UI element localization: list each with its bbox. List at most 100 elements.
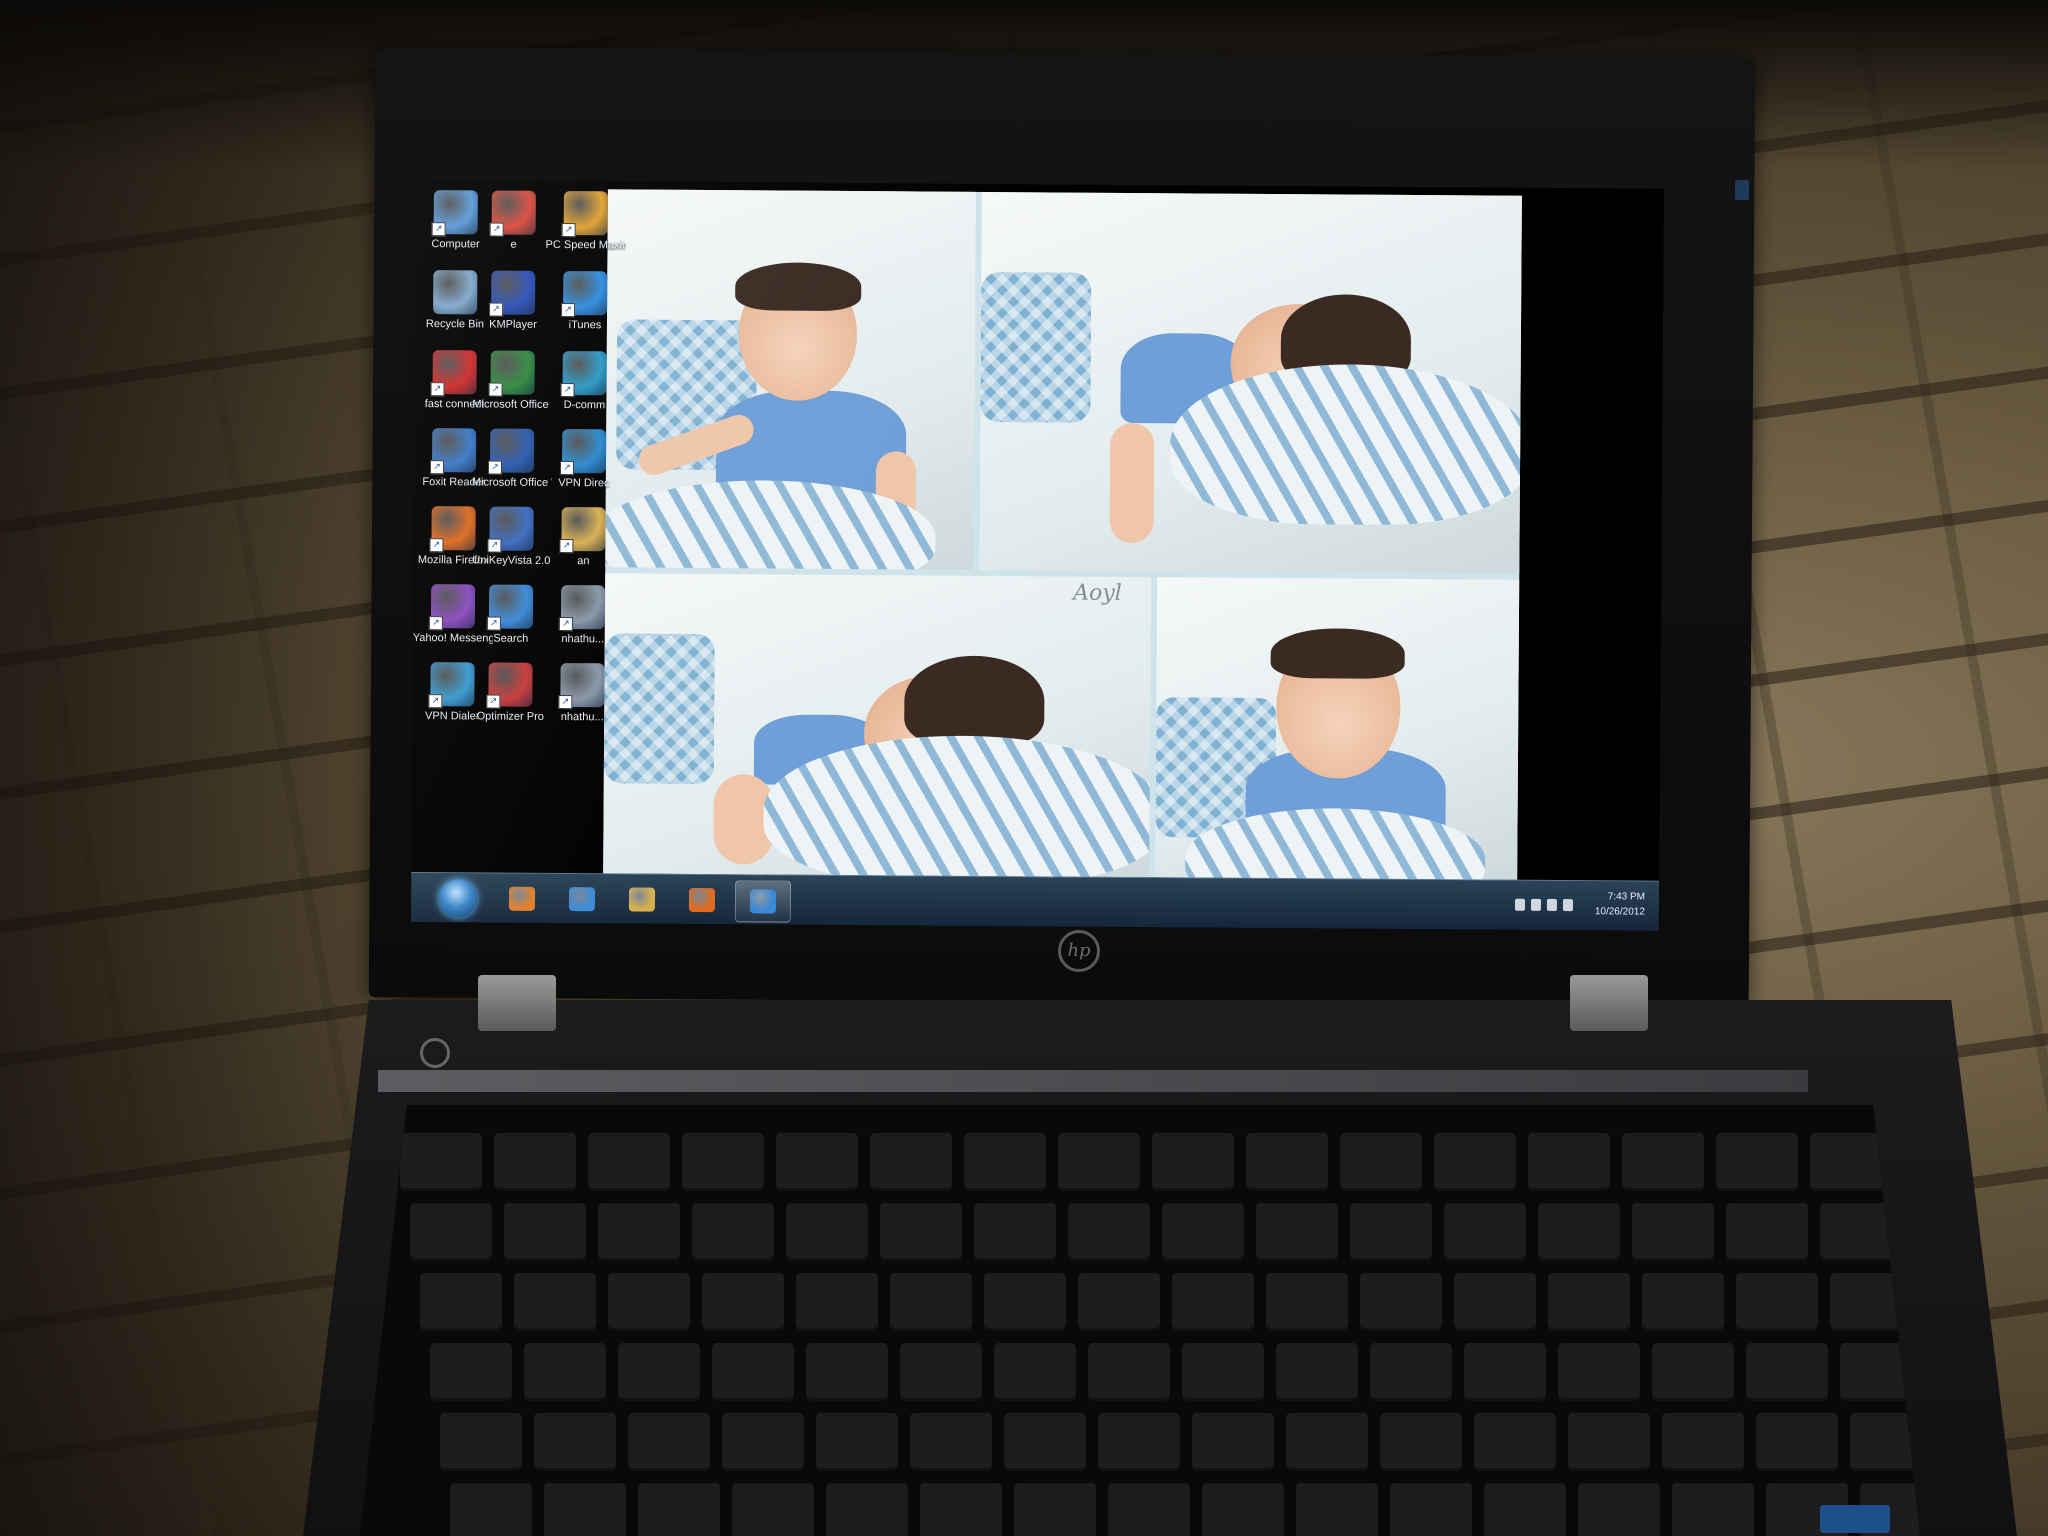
keyboard-key: [1276, 1343, 1358, 1401]
flag-icon[interactable]: [1530, 898, 1542, 911]
desktop-shortcut-label: iTunes: [568, 319, 602, 332]
word-icon: ↗: [487, 428, 535, 475]
desktop-shortcut[interactable]: ↗ e: [474, 190, 554, 251]
keyboard-key: [1172, 1273, 1254, 1331]
desktop-shortcut[interactable]: ↗ UniKeyVista 2.0: [471, 506, 551, 567]
vpn-direct-icon: ↗: [559, 429, 607, 476]
keyboard-key: [900, 1343, 982, 1401]
keyboard-row: [400, 1133, 1892, 1191]
keyboard-key: [826, 1483, 908, 1536]
keyboard-key: [504, 1203, 586, 1261]
keyboard-key: [1266, 1273, 1348, 1331]
keyboard-key: [628, 1413, 710, 1471]
desktop-shortcut[interactable]: ↗ Search: [471, 584, 551, 645]
excel-icon: ↗: [488, 350, 535, 397]
shortcut-arrow-icon: ↗: [487, 460, 503, 475]
foxit-reader-icon: ↗: [429, 428, 477, 475]
keyboard-key: [524, 1343, 606, 1401]
keyboard-key: [514, 1273, 596, 1331]
baby-hair: [904, 655, 1045, 747]
taskbar-button[interactable]: [495, 879, 549, 919]
keyboard-key: [870, 1133, 952, 1191]
keyboard-key: [1192, 1413, 1274, 1471]
keyboard-key: [732, 1483, 814, 1536]
clock-time[interactable]: 7:43 PM: [1608, 891, 1645, 902]
keyboard-key: [880, 1203, 962, 1261]
desktop-shortcut-label: nhathu...: [561, 633, 605, 646]
keyboard-key: [534, 1413, 616, 1471]
laptop-base-rim: [378, 1070, 1808, 1092]
shortcut-arrow-icon: ↗: [486, 694, 501, 709]
windows-media-player-icon: [508, 886, 536, 911]
shortcut-arrow-icon: ↗: [430, 382, 445, 397]
keyboard-key: [1286, 1413, 1368, 1471]
desktop-shortcut-label: Microsoft Office Wo...: [471, 476, 552, 489]
desktop-shortcut[interactable]: ↗ nhathu...: [542, 663, 622, 724]
taskbar-button[interactable]: [615, 879, 669, 919]
show-hidden-icons-icon[interactable]: [1514, 898, 1526, 911]
desktop-wallpaper: Aoyl: [603, 189, 1522, 880]
taskbar-button[interactable]: [555, 879, 609, 919]
keyboard-key: [1380, 1413, 1462, 1471]
keyboard-key: [1716, 1133, 1798, 1191]
desktop-shortcut[interactable]: ↗ PC Speed Maximizer: [545, 191, 626, 252]
keyboard-key: [1538, 1203, 1620, 1261]
keyboard-key: [1444, 1203, 1526, 1261]
taskbar-button[interactable]: [675, 880, 729, 920]
shortcut-arrow-icon: ↗: [561, 303, 576, 318]
desktop-shortcut[interactable]: ↗Microsoft Office Wo...: [472, 428, 552, 489]
keyboard-key: [1088, 1343, 1170, 1401]
desktop-shortcut[interactable]: ↗ iTunes: [545, 271, 625, 332]
search-icon: [749, 889, 777, 914]
keyboard-key: [588, 1133, 670, 1191]
photo-scene: Aoyl ↗ Computer ↗ e ↗ PC Speed Maximizer Recyc…: [0, 0, 2048, 1536]
keyboard-key: [1726, 1203, 1808, 1261]
desktop-shortcut-label: e: [510, 238, 517, 251]
start-button[interactable]: [438, 879, 478, 918]
keyboard-key: [910, 1413, 992, 1471]
desktop-shortcut-label: UniKeyVista 2.0: [472, 554, 551, 567]
laptop-screen: Aoyl ↗ Computer ↗ e ↗ PC Speed Maximizer Recyc…: [410, 180, 1664, 931]
network-icon[interactable]: [1546, 898, 1558, 911]
keyboard-key: [608, 1273, 690, 1331]
taskbar-button[interactable]: [734, 880, 792, 923]
volume-icon[interactable]: [1562, 899, 1574, 912]
keyboard-row: [410, 1203, 1902, 1261]
shortcut-arrow-icon: ↗: [489, 222, 504, 237]
desktop-shortcut[interactable]: ↗ VPN Direc: [544, 429, 624, 490]
keyboard-key: [400, 1133, 482, 1191]
keyboard-key: [806, 1343, 888, 1401]
kmplayer-icon: ↗: [489, 270, 536, 317]
keyboard-key: [1746, 1343, 1828, 1401]
desktop-shortcut[interactable]: ↗ Optimizer Pro: [470, 662, 550, 723]
desktop-shortcut-label: Search: [493, 632, 529, 645]
shortcut-arrow-icon: ↗: [488, 382, 503, 397]
keyboard-key: [420, 1273, 502, 1331]
fast-connect-icon: ↗: [430, 350, 477, 397]
desktop-shortcut[interactable]: ↗ an: [543, 507, 623, 568]
keyboard-key: [1558, 1343, 1640, 1401]
taskbar: 7:43 PM 10/26/2012: [410, 871, 1660, 931]
keyboard-key: [1296, 1483, 1378, 1536]
desktop-shortcut-label: PC Speed Maximizer: [545, 238, 626, 252]
keyboard-key: [1360, 1273, 1442, 1331]
desktop-shortcut[interactable]: ↗ D-comm: [544, 351, 624, 412]
keyboard-key: [544, 1483, 626, 1536]
keyboard-key: [430, 1343, 512, 1401]
keyboard-key: [890, 1273, 972, 1331]
keyboard-key: [712, 1343, 794, 1401]
keyboard-key: [1004, 1413, 1086, 1471]
keyboard-key: [1568, 1413, 1650, 1471]
shortcut-arrow-icon: ↗: [558, 617, 573, 632]
clock-date[interactable]: 10/26/2012: [1595, 906, 1645, 917]
desktop-shortcut[interactable]: ↗ nhathu...: [543, 585, 623, 646]
keyboard-row: [450, 1483, 1920, 1536]
folder-icon: ↗: [559, 507, 606, 554]
keyboard-key: [1474, 1413, 1556, 1471]
desktop-shortcut[interactable]: ↗Microsoft Office Exc...: [472, 350, 552, 411]
desktop-shortcut-label: VPN Direc: [558, 477, 610, 490]
desktop-shortcut[interactable]: ↗ KMPlayer: [473, 270, 553, 331]
baby-arm: [1109, 422, 1155, 544]
shortcut-arrow-icon: ↗: [559, 461, 575, 476]
shortcut-arrow-icon: ↗: [428, 616, 443, 631]
